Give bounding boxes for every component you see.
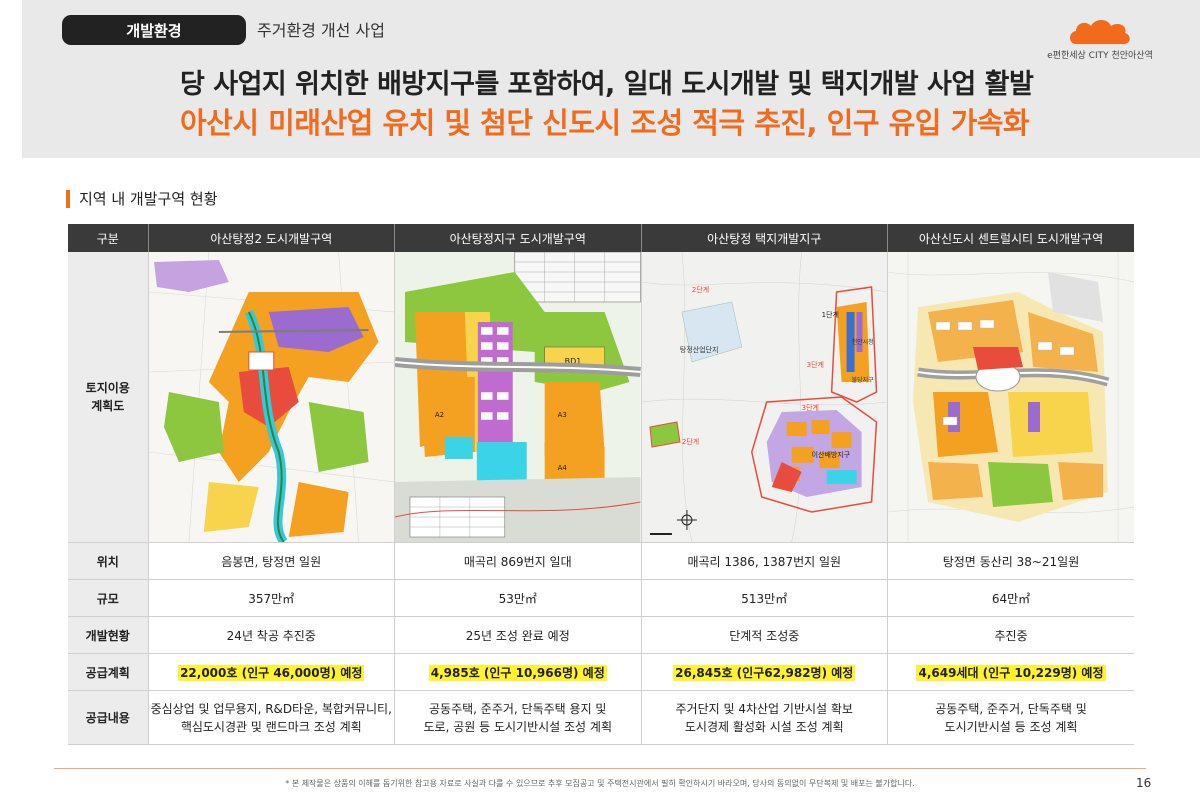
- table-cell: 단계적 조성중: [641, 616, 888, 654]
- table-cell: 513만㎡: [641, 579, 888, 617]
- map-3-label: 이산배방지구: [811, 450, 850, 459]
- land-use-map-3: 탕정산업단지 2단계 1단계 3단계 2단계 3단계 이산배방지구 불당지구 천…: [641, 252, 887, 542]
- table-cell: 매곡리 869번지 일대: [394, 542, 642, 580]
- category-tag: 개발환경: [62, 15, 246, 45]
- map-3-label: 천안시청: [851, 338, 873, 346]
- table-row-status: 개발현황 24년 착공 추진중 25년 조성 완료 예정 단계적 조성중 추진중: [68, 616, 1134, 654]
- land-use-map-1: [148, 252, 394, 542]
- column-header: 아산신도시 센트럴시티 도시개발구역: [887, 224, 1134, 252]
- table-cell: 추진중: [887, 616, 1134, 654]
- cell-line: 공동주택, 준주거, 단독주택 및: [935, 701, 1087, 716]
- cell-line: 도시기반시설 등 조성 계획: [944, 719, 1078, 734]
- map-2-label: A4: [558, 464, 568, 472]
- table-cell: 탕정면 동산리 38~21일원: [887, 542, 1134, 580]
- highlighted-value: 26,845호 (인구62,982명) 예정: [673, 664, 856, 681]
- category-subtitle: 주거환경 개선 사업: [257, 21, 385, 40]
- land-use-map-2-cell: BD1 A2 A3 A4: [394, 252, 642, 543]
- table-cell: 공동주택, 준주거, 단독주택 용지 및도로, 공원 등 도시기반시설 조성 계…: [394, 690, 642, 745]
- map-3-label: 2단계: [691, 285, 708, 294]
- table-cell: 매곡리 1386, 1387번지 일원: [641, 542, 888, 580]
- table-cell: 357만㎡: [148, 579, 395, 617]
- table-row-map: 토지이용 계획도 BD1 A2 A3 A4 탕정산업단지 2단계 1단계 3단계…: [68, 252, 1134, 543]
- table-cell: 4,985호 (인구 10,966명) 예정: [394, 653, 642, 691]
- row-label-location: 위치: [68, 542, 149, 580]
- map-3-label: 3단계: [801, 403, 818, 412]
- cell-line: 도시경제 활성화 시설 조성 계획: [684, 719, 844, 734]
- table-cell: 25년 조성 완료 예정: [394, 616, 642, 654]
- table-row-location: 위치 음봉면, 탕정면 일원 매곡리 869번지 일대 매곡리 1386, 13…: [68, 542, 1134, 580]
- disclaimer-footnote: * 본 제작물은 상품의 이해를 돕기위한 참고용 자료로 사실과 다를 수 있…: [285, 779, 915, 788]
- cloud-logo-icon: [1070, 20, 1130, 44]
- map-3-label: 1단계: [821, 310, 838, 319]
- table-row-supply-plan: 공급계획 22,000호 (인구 46,000명) 예정 4,985호 (인구 …: [68, 653, 1134, 691]
- column-header: 아산탕정2 도시개발구역: [148, 224, 395, 252]
- table-header-row: 구분 아산탕정2 도시개발구역 아산탕정지구 도시개발구역 아산탕정 택지개발지…: [68, 224, 1134, 252]
- section-title: 지역 내 개발구역 현황: [66, 190, 218, 208]
- land-use-map-4-cell: [887, 252, 1134, 543]
- brand-logo-text: e편한세상 CITY 천안아산역: [1047, 51, 1153, 61]
- land-use-map-4: [888, 252, 1134, 542]
- map-3-label: 2단계: [681, 437, 698, 446]
- map-3-label: 3단계: [806, 360, 823, 369]
- column-header: 아산탕정 택지개발지구: [641, 224, 888, 252]
- land-use-map-3-cell: 탕정산업단지 2단계 1단계 3단계 2단계 3단계 이산배방지구 불당지구 천…: [641, 252, 888, 543]
- headline-primary: 당 사업지 위치한 배방지구를 포함하여, 일대 도시개발 및 택지개발 사업 …: [180, 69, 1034, 100]
- row-label-map: 토지이용 계획도: [68, 252, 149, 543]
- table-corner-header: 구분: [68, 224, 149, 252]
- cell-line: 핵심도시경관 및 랜드마크 조성 계획: [180, 719, 362, 734]
- cell-line: 중심상업 및 업무용지, R&D타운, 복합커뮤니티,: [150, 701, 392, 716]
- highlighted-value: 4,985호 (인구 10,966명) 예정: [428, 664, 607, 681]
- table-cell: 53만㎡: [394, 579, 642, 617]
- column-header: 아산탕정지구 도시개발구역: [394, 224, 642, 252]
- table-row-supply-content: 공급내용 중심상업 및 업무용지, R&D타운, 복합커뮤니티, 핵심도시경관 및…: [68, 690, 1134, 745]
- table-cell: 중심상업 및 업무용지, R&D타운, 복합커뮤니티, 핵심도시경관 및 랜드마크…: [148, 690, 395, 745]
- cell-line: 주거단지 및 4차산업 기반시설 확보: [675, 701, 853, 716]
- table-cell: 4,649세대 (인구 10,229명) 예정: [887, 653, 1134, 691]
- table-cell: 64만㎡: [887, 579, 1134, 617]
- table-cell: 공동주택, 준주거, 단독주택 및도시기반시설 등 조성 계획: [887, 690, 1134, 745]
- row-label-supply-plan: 공급계획: [68, 653, 149, 691]
- table-cell: 22,000호 (인구 46,000명) 예정: [148, 653, 395, 691]
- brand-logo: e편한세상 CITY 천안아산역: [1040, 18, 1160, 66]
- map-2-label: A3: [558, 411, 567, 419]
- map-3-label: 탕정산업단지: [679, 345, 718, 354]
- footer-divider: [54, 768, 1146, 769]
- table-cell: 24년 착공 추진중: [148, 616, 395, 654]
- page-number: 16: [1136, 776, 1152, 790]
- row-label-supply-content: 공급내용: [68, 690, 149, 745]
- cell-line: 도로, 공원 등 도시기반시설 조성 계획: [423, 719, 613, 734]
- row-label-scale: 규모: [68, 579, 149, 617]
- cell-line: 공동주택, 준주거, 단독주택 용지 및: [429, 701, 607, 716]
- land-use-map-1-cell: [148, 252, 395, 543]
- table-row-scale: 규모 357만㎡ 53만㎡ 513만㎡ 64만㎡: [68, 579, 1134, 617]
- headline-accent: 아산시 미래산업 유치 및 첨단 신도시 조성 적극 추진, 인구 유입 가속화: [180, 106, 1030, 140]
- table-cell: 주거단지 및 4차산업 기반시설 확보도시경제 활성화 시설 조성 계획: [641, 690, 888, 745]
- land-use-map-2: BD1 A2 A3 A4: [395, 252, 641, 542]
- map-3-label: 불당지구: [851, 376, 873, 384]
- highlighted-value: 22,000호 (인구 46,000명) 예정: [178, 664, 365, 681]
- development-zone-table: 구분 아산탕정2 도시개발구역 아산탕정지구 도시개발구역 아산탕정 택지개발지…: [68, 224, 1134, 745]
- table-cell: 26,845호 (인구62,982명) 예정: [641, 653, 888, 691]
- row-label-status: 개발현황: [68, 616, 149, 654]
- table-cell: 음봉면, 탕정면 일원: [148, 542, 395, 580]
- highlighted-value: 4,649세대 (인구 10,229명) 예정: [916, 664, 1106, 681]
- map-2-label: A2: [435, 411, 444, 419]
